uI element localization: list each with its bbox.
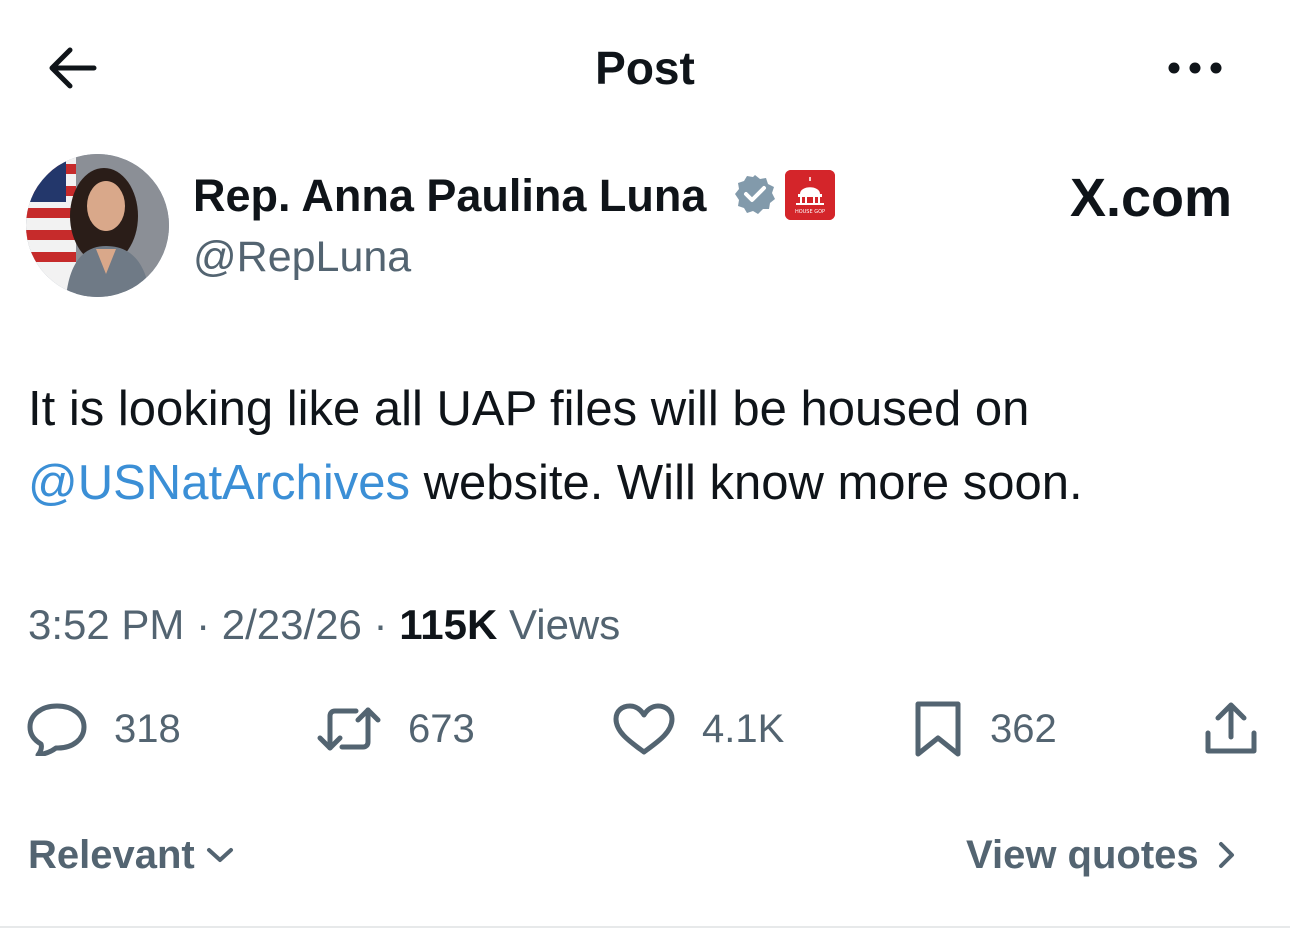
page-title: Post xyxy=(595,42,695,94)
post-metadata: 3:52 PM · 2/23/26 · 115K Views xyxy=(28,596,620,654)
watermark: X.com xyxy=(1069,168,1232,228)
avatar-image xyxy=(26,154,169,297)
bottom-divider xyxy=(0,926,1290,928)
tweet-text-line-1: It is looking like all UAP files will be… xyxy=(28,382,1030,436)
tweet-text: It is looking like all UAP files will be… xyxy=(28,372,1258,520)
repost-button[interactable]: 673 xyxy=(316,696,475,762)
bookmark-count: 362 xyxy=(990,707,1057,751)
sort-label: Relevant xyxy=(28,832,195,877)
share-icon xyxy=(1205,702,1257,754)
like-icon xyxy=(613,703,675,755)
reply-icon xyxy=(27,703,87,756)
reply-button[interactable]: 318 xyxy=(26,696,181,762)
like-count: 4.1K xyxy=(702,707,785,751)
bookmark-icon xyxy=(915,701,961,757)
mention-link[interactable]: @USNatArchives xyxy=(28,456,410,510)
views-label: Views xyxy=(497,601,621,648)
reply-count: 318 xyxy=(114,707,181,751)
share-button[interactable] xyxy=(1202,700,1260,758)
more-horizontal-icon xyxy=(1168,62,1222,74)
chevron-right-icon xyxy=(1218,842,1234,868)
chevron-down-icon xyxy=(206,848,233,862)
view-quotes-link[interactable]: View quotes xyxy=(966,826,1241,884)
verified-badge-icon[interactable] xyxy=(734,173,776,215)
house-gop-badge[interactable]: HOUSE GOP xyxy=(785,170,835,220)
author-handle[interactable]: @RepLuna xyxy=(193,228,411,286)
avatar[interactable] xyxy=(26,154,169,297)
meta-separator-2: · xyxy=(361,601,400,648)
tweet-text-line-2: @USNatArchives website. Will know more s… xyxy=(28,446,1258,520)
view-quotes-label: View quotes xyxy=(966,832,1199,877)
tweet-text-rest: website. Will know more soon. xyxy=(409,456,1083,510)
repost-count: 673 xyxy=(408,707,475,751)
repost-icon xyxy=(317,707,381,751)
post-date[interactable]: 2/23/26 xyxy=(222,601,362,648)
meta-separator: · xyxy=(184,601,222,648)
sort-relevant-dropdown[interactable]: Relevant xyxy=(28,826,237,884)
post-time[interactable]: 3:52 PM xyxy=(28,601,184,648)
bookmark-button[interactable]: 362 xyxy=(912,696,1057,762)
svg-text:HOUSE GOP: HOUSE GOP xyxy=(795,209,825,215)
author-name[interactable]: Rep. Anna Paulina Luna xyxy=(193,166,706,226)
more-options-button[interactable] xyxy=(1158,44,1232,92)
like-button[interactable]: 4.1K xyxy=(612,696,784,762)
views-count: 115K xyxy=(399,601,498,648)
